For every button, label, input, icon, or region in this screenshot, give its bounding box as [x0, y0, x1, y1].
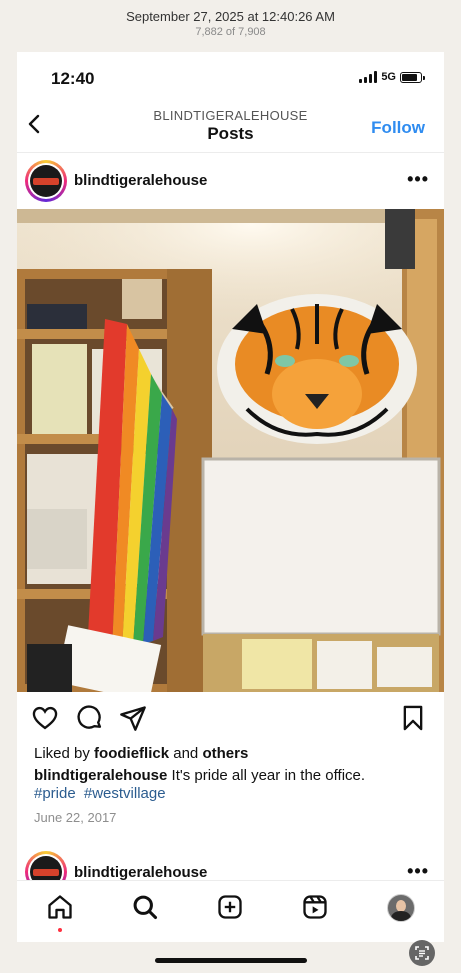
- status-icons: 5G: [359, 71, 425, 83]
- profile-avatar[interactable]: [387, 894, 415, 922]
- avatar[interactable]: [25, 160, 67, 202]
- live-text-icon[interactable]: [409, 940, 435, 966]
- create-icon[interactable]: [216, 893, 244, 921]
- reels-icon[interactable]: [301, 893, 329, 921]
- hashtags: #pride #westvillage: [34, 785, 170, 802]
- photos-app-header: September 27, 2025 at 12:40:26 AM 7,882 …: [0, 0, 461, 52]
- post-photo[interactable]: [17, 209, 444, 692]
- caption-text: It's pride all year in the office.: [171, 767, 366, 784]
- bookmark-icon[interactable]: [399, 704, 427, 732]
- post-header: blindtigeralehouse •••: [17, 158, 444, 208]
- liked-by-user[interactable]: foodieflick: [94, 745, 169, 762]
- likes-others[interactable]: others: [202, 745, 248, 762]
- heart-icon[interactable]: [31, 704, 59, 732]
- comment-icon[interactable]: [76, 704, 104, 732]
- share-icon[interactable]: [119, 704, 147, 732]
- post-actions: [17, 702, 444, 734]
- likes-and: and: [173, 745, 199, 762]
- hashtag-link[interactable]: #westvillage: [84, 785, 166, 802]
- likes-line: Liked by foodieflick and others: [34, 745, 248, 762]
- hashtag-link[interactable]: #pride: [34, 785, 76, 802]
- top-nav: BLINDTIGERALEHOUSE Posts Follow: [17, 102, 444, 152]
- more-dots-icon[interactable]: •••: [407, 861, 429, 882]
- home-icon[interactable]: [46, 893, 74, 921]
- follow-button[interactable]: Follow: [371, 118, 425, 138]
- post-date: June 22, 2017: [34, 810, 117, 825]
- caption-username[interactable]: blindtigeralehouse: [34, 767, 167, 784]
- search-icon[interactable]: [131, 893, 159, 921]
- photo-date: September 27, 2025 at 12:40:26 AM: [126, 9, 335, 24]
- battery-icon: [400, 71, 425, 83]
- notification-dot: [58, 928, 62, 932]
- signal-icon: [359, 71, 378, 83]
- network-label: 5G: [381, 71, 396, 83]
- bottom-tab-bar: [17, 880, 444, 942]
- caption: blindtigeralehouse It's pride all year i…: [34, 767, 434, 784]
- post-image: [17, 209, 444, 692]
- photo-count: 7,882 of 7,908: [195, 26, 266, 38]
- nav-divider: [17, 152, 444, 153]
- more-dots-icon[interactable]: •••: [407, 169, 429, 190]
- next-post-username[interactable]: blindtigeralehouse: [74, 864, 207, 881]
- post-username[interactable]: blindtigeralehouse: [74, 172, 207, 189]
- home-indicator[interactable]: [155, 958, 307, 963]
- status-time: 12:40: [51, 69, 95, 88]
- likes-prefix: Liked by: [34, 745, 90, 762]
- phone-screen: 12:40 5G BLINDTIGERALEHOUSE Posts Follow…: [17, 52, 444, 942]
